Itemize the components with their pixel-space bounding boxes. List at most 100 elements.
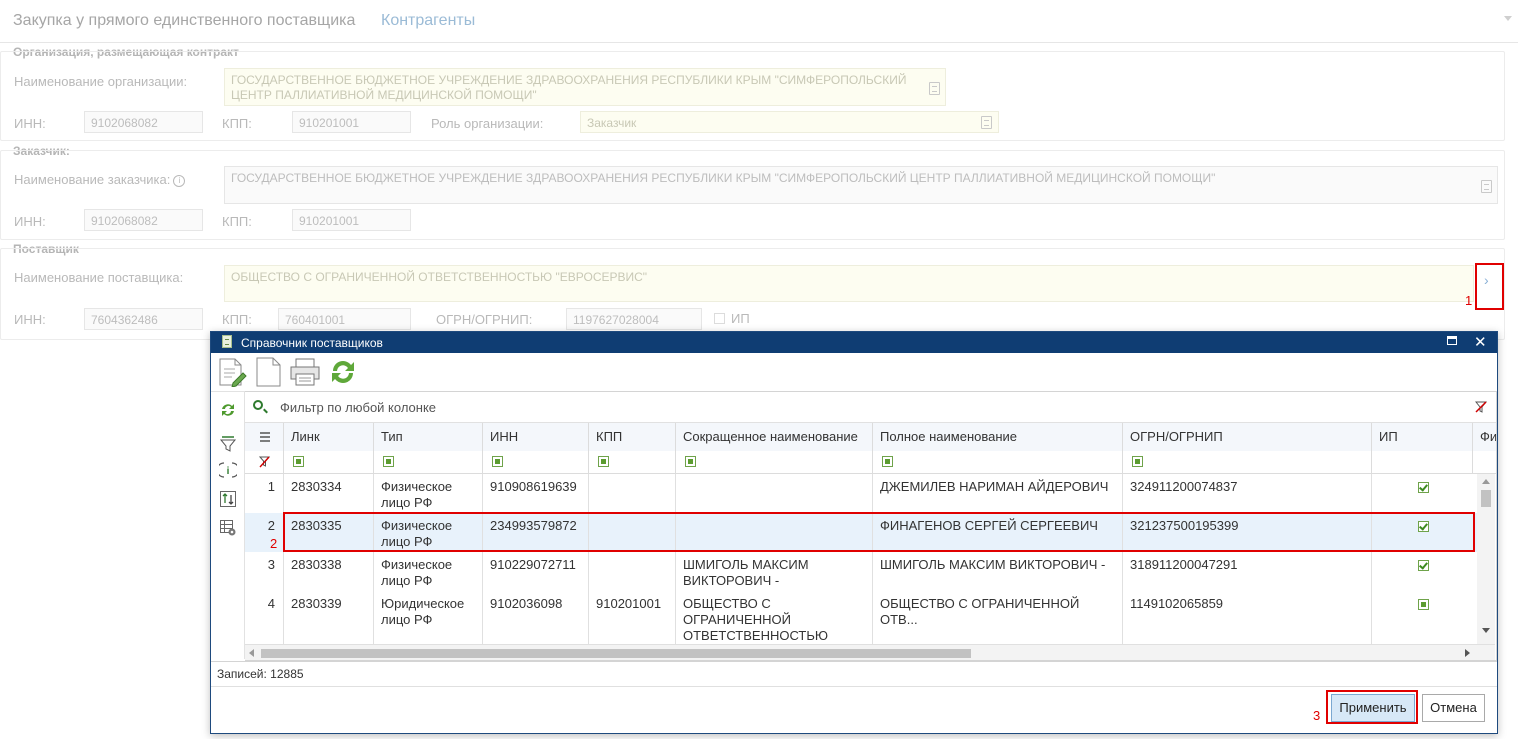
customer-name-lookup-icon[interactable]	[1481, 180, 1492, 193]
supplier-name-value: ОБЩЕСТВО С ОГРАНИЧЕННОЙ ОТВЕТСТВЕННОСТЬЮ…	[231, 270, 648, 284]
cell-ip	[1372, 552, 1477, 591]
tab-counterparties[interactable]: Контрагенты	[381, 12, 475, 30]
org-inn-label: ИНН:	[14, 116, 46, 131]
filter-full-name[interactable]	[873, 451, 1123, 473]
edit-document-icon[interactable]	[217, 357, 249, 388]
directory-icon	[222, 335, 232, 348]
filter-type[interactable]	[374, 451, 483, 473]
horizontal-scroll-thumb[interactable]	[261, 649, 971, 658]
column-header-link[interactable]: Линк	[284, 423, 374, 451]
filter-checkbox[interactable]	[293, 456, 304, 467]
column-header-type[interactable]: Тип	[374, 423, 483, 451]
cell-link: 2830338	[284, 552, 374, 591]
supplier-inn-field: 7604362486	[84, 308, 203, 330]
grid-filter-checks-row	[245, 451, 1496, 474]
new-document-icon[interactable]	[253, 357, 285, 387]
filter-checkbox[interactable]	[1132, 456, 1143, 467]
record-count: Записей: 12885	[217, 667, 304, 681]
vertical-scrollbar[interactable]	[1477, 474, 1495, 646]
column-header-short-name[interactable]: Сокращенное наименование	[676, 423, 873, 451]
column-header-inn[interactable]: ИНН	[483, 423, 589, 451]
cell-short-name	[676, 474, 873, 513]
cell-link: 2830339	[284, 591, 374, 646]
table-row[interactable]: 4 2830339 Юридическое лицо РФ 9102036098…	[245, 591, 1477, 646]
filter-link[interactable]	[284, 451, 374, 473]
tab-dropdown-icon[interactable]	[1504, 16, 1512, 21]
clear-filter-icon[interactable]	[1474, 401, 1488, 413]
scroll-right-icon[interactable]	[1465, 649, 1470, 657]
filter-checkbox[interactable]	[598, 456, 609, 467]
refresh-icon[interactable]	[327, 357, 359, 387]
customer-kpp-label: КПП:	[222, 214, 252, 229]
row-number: 3	[245, 552, 284, 591]
supplier-ip-checkbox[interactable]	[714, 313, 725, 324]
search-icon	[253, 400, 263, 410]
scroll-up-icon[interactable]	[1482, 479, 1490, 484]
maximize-icon[interactable]	[1447, 336, 1457, 345]
close-icon[interactable]: ✕	[1474, 332, 1487, 353]
column-settings-icon[interactable]	[219, 519, 237, 537]
cell-ogrn: 318911200047291	[1123, 552, 1372, 591]
column-header-ip[interactable]: ИП	[1372, 423, 1473, 451]
customer-name-value: ГОСУДАРСТВЕННОЕ БЮДЖЕТНОЕ УЧРЕЖДЕНИЕ ЗДР…	[231, 171, 1216, 185]
info-icon[interactable]: i	[173, 174, 186, 187]
filter-checkbox[interactable]	[383, 456, 394, 467]
cell-short-name: ОБЩЕСТВО С ОГРАНИЧЕННОЙ ОТВЕТСТВЕННОСТЬЮ	[676, 591, 873, 646]
filter-input[interactable]: Фильтр по любой колонке	[280, 400, 436, 415]
scroll-left-icon[interactable]	[249, 649, 254, 657]
cell-ogrn: 324911200074837	[1123, 474, 1372, 513]
org-role-lookup-icon[interactable]	[981, 116, 992, 129]
column-header-fi[interactable]: Фи	[1473, 423, 1496, 451]
filter-short-name[interactable]	[676, 451, 873, 473]
column-header-full-name[interactable]: Полное наименование	[873, 423, 1123, 451]
filter-icon[interactable]	[219, 435, 237, 453]
filter-inn[interactable]	[483, 451, 589, 473]
filter-checkbox[interactable]	[882, 456, 893, 467]
column-header-ogrn[interactable]: ОГРН/ОГРНИП	[1123, 423, 1372, 451]
filter-ip[interactable]	[1372, 451, 1473, 473]
cell-short-name: ШМИГОЛЬ МАКСИМ ВИКТОРОВИЧ -	[676, 552, 873, 591]
vertical-scroll-thumb[interactable]	[1481, 490, 1491, 507]
org-kpp-label: КПП:	[222, 116, 252, 131]
filter-kpp[interactable]	[589, 451, 676, 473]
status-bar: Записей: 12885	[211, 661, 1497, 687]
filter-checkbox[interactable]	[492, 456, 503, 467]
horizontal-scrollbar[interactable]	[245, 644, 1495, 660]
table-row[interactable]: 1 2830334 Физическое лицо РФ 91090861963…	[245, 474, 1477, 514]
sort-icon[interactable]	[219, 490, 237, 508]
supplier-kpp-field: 760401001	[278, 308, 411, 330]
ip-checkbox[interactable]	[1418, 560, 1429, 571]
tab-purchase[interactable]: Закупка у прямого единственного поставщи…	[13, 12, 355, 30]
supplier-name-label: Наименование поставщика:	[14, 270, 184, 285]
cell-link: 2830334	[284, 474, 374, 513]
filter-checkbox[interactable]	[685, 456, 696, 467]
cell-inn: 910908619639	[483, 474, 589, 513]
cell-full-name: ДЖЕМИЛЕВ НАРИМАН АЙДЕРОВИЧ	[873, 474, 1123, 513]
annotation-label-3: 3	[1313, 708, 1321, 723]
info-details-icon[interactable]: i	[216, 461, 240, 479]
column-menu-icon[interactable]	[245, 423, 284, 451]
filter-fi[interactable]	[1473, 451, 1496, 473]
print-icon[interactable]	[289, 357, 321, 387]
column-header-kpp[interactable]: КПП	[589, 423, 676, 451]
org-name-label: Наименование организации:	[14, 74, 188, 89]
org-kpp-field: 910201001	[292, 111, 411, 133]
clear-column-filters-icon[interactable]	[245, 451, 284, 473]
refresh-small-icon[interactable]	[219, 401, 237, 419]
grid-filter-row: Фильтр по любой колонке	[245, 392, 1496, 423]
ip-checkbox[interactable]	[1418, 599, 1429, 610]
scroll-down-icon[interactable]	[1482, 628, 1490, 633]
ip-checkbox[interactable]	[1418, 482, 1429, 493]
cancel-button[interactable]: Отмена	[1422, 694, 1485, 722]
cell-inn: 910229072711	[483, 552, 589, 591]
customer-name-field: ГОСУДАРСТВЕННОЕ БЮДЖЕТНОЕ УЧРЕЖДЕНИЕ ЗДР…	[224, 166, 1498, 204]
org-inn-field: 9102068082	[84, 111, 203, 133]
cell-kpp	[589, 552, 676, 591]
cell-inn: 9102036098	[483, 591, 589, 646]
cell-ogrn: 1149102065859	[1123, 591, 1372, 646]
dialog-toolbar	[211, 353, 1497, 392]
table-row[interactable]: 3 2830338 Физическое лицо РФ 91022907271…	[245, 552, 1477, 592]
org-name-lookup-icon[interactable]	[929, 82, 940, 95]
filter-ogrn[interactable]	[1123, 451, 1372, 473]
row-number: 2	[245, 513, 284, 552]
